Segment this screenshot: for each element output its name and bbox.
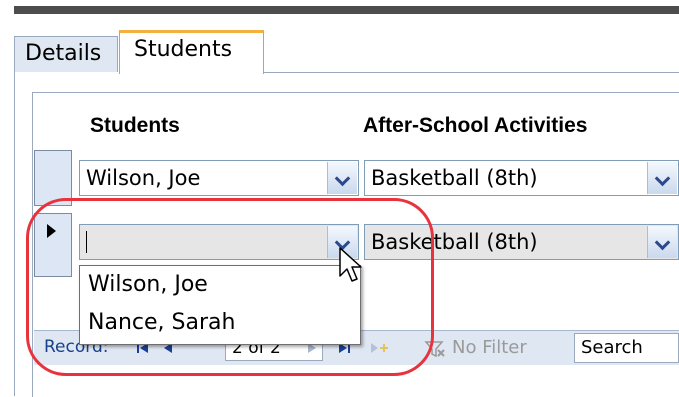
annotation-highlight-ellipse (26, 198, 434, 376)
chevron-down-icon[interactable] (647, 162, 677, 194)
search-box[interactable]: Search (574, 333, 679, 363)
activity-value-row1: Basketball (8th) (371, 166, 538, 190)
chevron-down-icon[interactable] (647, 226, 677, 258)
tab-students-label: Students (134, 37, 233, 62)
tab-details[interactable]: Details (14, 36, 118, 72)
student-value-row1: Wilson, Joe (86, 166, 201, 190)
tab-strip-divider (264, 72, 679, 73)
tab-students[interactable]: Students (119, 30, 264, 74)
tab-page-left-border (14, 72, 15, 396)
activity-combobox-row1[interactable]: Basketball (8th) (364, 160, 679, 196)
tab-details-label: Details (25, 41, 102, 66)
chevron-down-icon[interactable] (327, 162, 357, 194)
no-filter-label: No Filter (452, 337, 527, 358)
column-header-activities: After-School Activities (363, 114, 588, 137)
column-header-students: Students (90, 114, 180, 137)
student-combobox-row1[interactable]: Wilson, Joe (79, 160, 359, 196)
window-top-border (14, 6, 679, 14)
